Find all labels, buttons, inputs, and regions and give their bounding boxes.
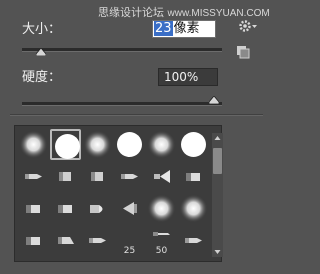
round-tip-brush-icon — [90, 205, 103, 213]
brush-preset-hard-round[interactable] — [114, 129, 145, 160]
brush-preset-pencil[interactable] — [18, 161, 49, 192]
brush-preset-marker[interactable] — [82, 161, 113, 192]
soft-round-brush-icon — [19, 130, 48, 159]
scroll-up-icon[interactable] — [212, 133, 223, 143]
size-slider-track[interactable] — [22, 48, 222, 52]
brush-preset-cone[interactable] — [114, 193, 145, 224]
brush-preset-flat[interactable] — [18, 193, 49, 224]
hard-round-brush-icon — [55, 134, 80, 159]
hard-round-brush-icon — [181, 132, 206, 157]
hardness-input[interactable]: 100% — [158, 68, 218, 86]
brush-size-number: 50 — [155, 246, 168, 256]
brush-preset-pencil[interactable] — [82, 225, 113, 256]
brush-preset-flat[interactable] — [50, 193, 81, 224]
pencil-brush-icon — [185, 238, 202, 243]
soft-round-brush-icon — [83, 130, 112, 159]
flat-brush-icon — [186, 173, 200, 181]
brush-preset-round-tip[interactable] — [82, 193, 113, 224]
marker-brush-icon — [59, 172, 71, 181]
marker-brush-icon — [91, 172, 103, 181]
watermark-text: 思缘设计论坛 — [98, 6, 164, 19]
brush-preset-fan[interactable] — [146, 161, 177, 192]
brush-preset-soft-round[interactable] — [146, 193, 177, 224]
cone-brush-icon — [123, 202, 137, 215]
brush-preset-soft-round[interactable] — [82, 129, 113, 160]
brush-preset-chisel[interactable] — [50, 225, 81, 256]
size-unit: 像素 — [173, 21, 200, 36]
section-divider — [10, 114, 263, 116]
size-slider-thumb[interactable] — [36, 48, 46, 56]
fan-brush-icon — [154, 170, 170, 183]
chisel-brush-icon — [58, 237, 74, 244]
new-preset-icon[interactable] — [236, 45, 250, 59]
brush-preset-pencil[interactable] — [114, 161, 145, 192]
brush-preset-knife[interactable]: 50 — [146, 225, 177, 256]
brush-preset-soft-round[interactable] — [178, 193, 209, 224]
brush-tip-list: 25 50 — [14, 125, 222, 262]
size-value[interactable]: 23 — [154, 21, 173, 36]
brush-preset-flat[interactable] — [178, 161, 209, 192]
hardness-slider-thumb[interactable] — [209, 96, 219, 104]
brush-preset-soft-round[interactable] — [146, 129, 177, 160]
flat-brush-icon — [26, 205, 40, 213]
brush-preset-flat[interactable] — [18, 225, 49, 256]
pencil-brush-icon — [121, 174, 138, 179]
hardness-label: 硬度： — [22, 70, 62, 85]
size-input[interactable]: 23 像素 — [152, 20, 216, 38]
brush-preset-hard-round[interactable] — [50, 129, 81, 160]
pencil-brush-icon — [89, 238, 106, 243]
brush-preset-soft-round[interactable] — [18, 129, 49, 160]
hard-round-brush-icon — [117, 132, 142, 157]
brush-size-number: 25 — [123, 246, 136, 256]
size-label: 大小： — [22, 22, 62, 37]
brush-preset-pencil[interactable] — [178, 225, 209, 256]
scroll-down-icon[interactable] — [212, 247, 223, 257]
scroll-thumb[interactable] — [213, 148, 222, 174]
hardness-slider-track[interactable] — [22, 102, 222, 106]
pencil-brush-icon — [25, 174, 42, 179]
flat-brush-icon — [26, 237, 40, 245]
brush-preset-blank[interactable]: 25 — [114, 225, 145, 256]
brush-preset-marker[interactable] — [50, 161, 81, 192]
brush-preset-picker-panel: 思缘设计论坛 www.MISSYUAN.COM 大小： 23 像素 硬度： 100… — [0, 0, 273, 274]
flat-brush-icon — [58, 205, 72, 213]
gear-icon[interactable] — [238, 18, 258, 34]
soft-round-brush-icon — [147, 194, 176, 223]
brush-preset-hard-round[interactable] — [178, 129, 209, 160]
soft-round-brush-icon — [147, 130, 176, 159]
soft-round-brush-icon — [179, 194, 208, 223]
